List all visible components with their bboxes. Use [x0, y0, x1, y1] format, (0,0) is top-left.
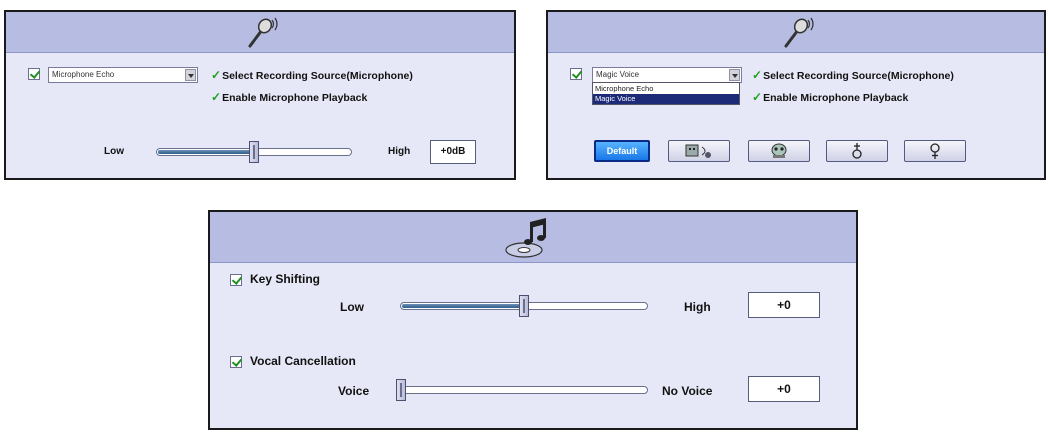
alien-voice-icon [771, 143, 787, 158]
key-shifting-label: Key Shifting [250, 272, 321, 286]
checkmark-icon: ✓ [211, 90, 222, 104]
dropdown-option-selected[interactable]: Magic Voice [593, 94, 739, 104]
effect-enable-checkbox[interactable] [570, 68, 582, 80]
select-recording-source-option[interactable]: ✓Select Recording Source(Microphone) [752, 68, 954, 82]
vocal-cancel-value: +0 [748, 376, 820, 402]
voice-label: Voice [338, 384, 370, 398]
effect-enable-checkbox[interactable] [28, 68, 40, 80]
chevron-down-icon[interactable] [729, 69, 740, 81]
effect-dropdown-list: Microphone Echo Magic Voice [592, 82, 740, 105]
robot-voice-icon [685, 144, 711, 158]
effect-select-value: Microphone Echo [52, 70, 115, 79]
microphone-icon [248, 17, 278, 48]
default-voice-button[interactable]: Default [594, 140, 650, 162]
vocal-cancellation-checkbox[interactable] [230, 356, 242, 368]
chevron-down-icon[interactable] [185, 69, 196, 81]
echo-level-slider-thumb[interactable] [249, 141, 259, 163]
key-shift-value: +0 [748, 292, 820, 318]
key-shifting-checkbox[interactable] [230, 274, 242, 286]
key-shift-slider-thumb[interactable] [519, 295, 529, 317]
panel-header [6, 12, 514, 53]
select-recording-source-option[interactable]: ✓Select Recording Source(Microphone) [211, 68, 413, 82]
key-shift-slider-fill [402, 304, 525, 308]
female-voice-button[interactable] [904, 140, 966, 162]
panel-header [210, 212, 856, 263]
effect-select[interactable]: Microphone Echo [48, 67, 198, 83]
high-label: High [388, 146, 411, 157]
microphone-icon [784, 17, 814, 48]
enable-mic-playback-option[interactable]: ✓Enable Microphone Playback [211, 90, 367, 104]
panel-header [548, 12, 1044, 53]
female-voice-icon [930, 143, 940, 159]
checkmark-icon: ✓ [752, 68, 763, 82]
music-disc-icon [505, 218, 546, 258]
vocal-cancel-slider-track[interactable] [400, 386, 648, 394]
echo-level-value: +0dB [430, 140, 476, 164]
key-low-label: Low [340, 300, 364, 314]
karaoke-panel: Key Shifting Low High +0 Vocal Cancellat… [208, 210, 858, 430]
vocal-cancellation-label: Vocal Cancellation [250, 354, 356, 368]
key-high-label: High [684, 300, 711, 314]
checkmark-icon: ✓ [211, 68, 222, 82]
magic-voice-panel: Magic Voice Microphone Echo Magic Voice … [546, 10, 1046, 180]
male-voice-icon [852, 143, 862, 159]
enable-mic-playback-option[interactable]: ✓Enable Microphone Playback [752, 90, 908, 104]
effect-select-value: Magic Voice [596, 70, 640, 79]
vocal-cancel-slider-thumb[interactable] [396, 379, 406, 401]
checkmark-icon: ✓ [752, 90, 763, 104]
dropdown-option[interactable]: Microphone Echo [595, 84, 653, 94]
mic-echo-panel: Microphone Echo ✓Select Recording Source… [4, 10, 516, 180]
alien-voice-button[interactable] [748, 140, 810, 162]
low-label: Low [104, 146, 124, 157]
robot-voice-button[interactable] [668, 140, 730, 162]
no-voice-label: No Voice [662, 384, 713, 398]
male-voice-button[interactable] [826, 140, 888, 162]
echo-level-slider-fill [158, 150, 255, 154]
effect-select[interactable]: Magic Voice [592, 67, 742, 83]
